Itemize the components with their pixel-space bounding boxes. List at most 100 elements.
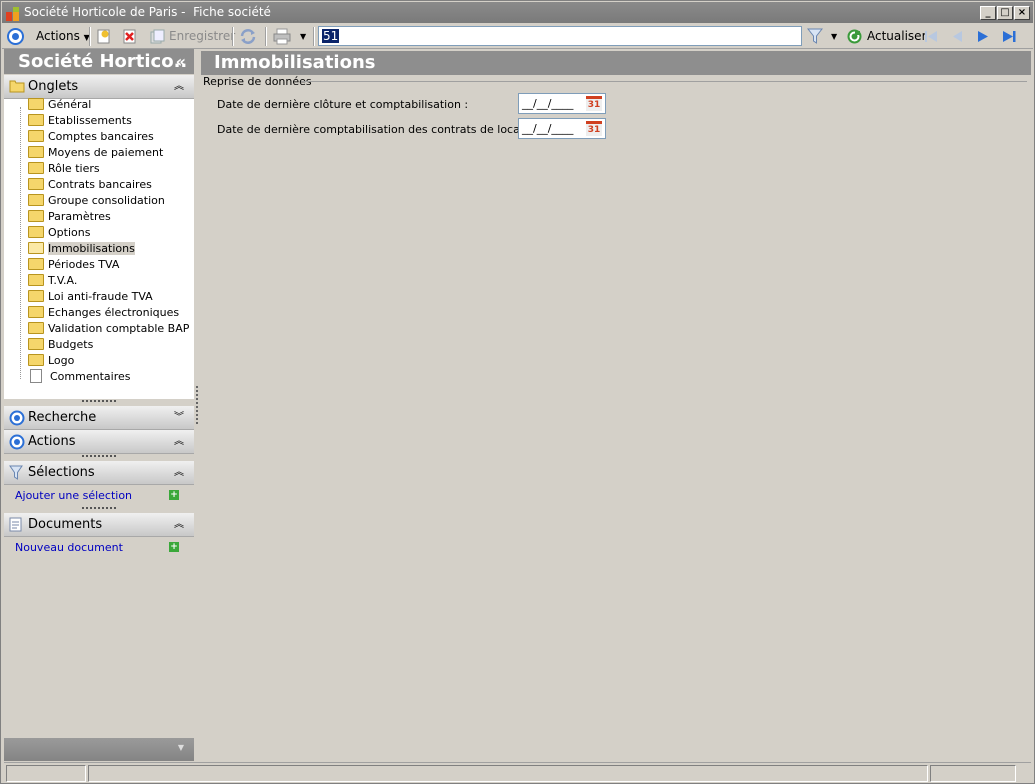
- filter-icon[interactable]: [807, 28, 823, 45]
- folder-icon: [28, 210, 44, 222]
- collapse-section-icon[interactable]: ︽: [174, 75, 184, 99]
- last-lease-accounting-date-value: __/__/____: [522, 122, 574, 135]
- tree-item-contrats-bancaires[interactable]: Contrats bancaires: [28, 177, 152, 193]
- tree-item-budgets[interactable]: Budgets: [28, 337, 93, 353]
- tree-item-commentaires[interactable]: Commentaires: [28, 369, 130, 385]
- last-closing-date-value: __/__/____: [522, 97, 574, 110]
- tabs-section-header[interactable]: Onglets ︽: [4, 75, 194, 99]
- toolbar: Actions ▼ Enregistrer ▼ 51 ▼ Actualiser: [2, 24, 1033, 49]
- search-input[interactable]: 51: [318, 26, 802, 46]
- close-button[interactable]: ×: [1014, 6, 1030, 20]
- splitter-grip[interactable]: [82, 400, 116, 403]
- save-button: Enregistrer: [169, 29, 236, 43]
- print-dropdown-icon[interactable]: ▼: [300, 26, 306, 47]
- selections-section-title: Sélections: [28, 465, 95, 480]
- calendar-icon[interactable]: 31: [586, 96, 602, 111]
- calendar-icon[interactable]: 31: [586, 121, 602, 136]
- delete-icon[interactable]: [123, 29, 137, 44]
- actions-section-header[interactable]: Actions ︽: [4, 430, 194, 454]
- collapse-panel-icon[interactable]: «: [176, 49, 186, 74]
- folder-icon: [28, 130, 44, 142]
- splitter-grip[interactable]: [82, 455, 116, 458]
- folder-icon: [28, 274, 44, 286]
- group-title: Reprise de données: [203, 75, 312, 88]
- last-lease-accounting-date-field[interactable]: __/__/____ 31: [518, 118, 606, 139]
- status-segment: [930, 765, 1016, 782]
- tree-item-role-tiers[interactable]: Rôle tiers: [28, 161, 100, 177]
- tabs-tree: Général Etablissements Comptes bancaires…: [4, 97, 194, 399]
- tree-item-immobilisations[interactable]: Immobilisations: [28, 241, 135, 257]
- previous-record-icon: [953, 31, 962, 42]
- page-title: Immobilisations: [201, 51, 1031, 75]
- status-segment: [88, 765, 928, 782]
- tree-item-validation-comptable-bap[interactable]: Validation comptable BAP: [28, 321, 189, 337]
- toolbar-separator: [89, 27, 91, 46]
- vertical-splitter-grip[interactable]: [196, 386, 198, 424]
- selections-section-header[interactable]: Sélections ︽: [4, 461, 194, 485]
- next-record-icon[interactable]: [976, 29, 990, 44]
- tree-item-tva[interactable]: T.V.A.: [28, 273, 77, 289]
- add-selection-plus-icon[interactable]: +: [169, 490, 179, 500]
- tree-item-general[interactable]: Général: [28, 97, 91, 113]
- navigation-pane-footer[interactable]: ▼: [4, 738, 194, 761]
- search-circle-icon: [9, 410, 25, 426]
- last-closing-date-field[interactable]: __/__/____ 31: [518, 93, 606, 114]
- open-folder-icon: [28, 242, 44, 254]
- minimize-button[interactable]: _: [980, 6, 996, 20]
- folder-icon: [28, 226, 44, 238]
- actions-circle-icon[interactable]: [7, 28, 24, 45]
- status-bar: [4, 762, 1031, 782]
- tabs-section-title: Onglets: [28, 79, 79, 94]
- tree-item-groupe-consolidation[interactable]: Groupe consolidation: [28, 193, 165, 209]
- refresh-icon[interactable]: [846, 28, 863, 45]
- documents-section-header[interactable]: Documents ︽: [4, 513, 194, 537]
- last-closing-date-label: Date de dernière clôture et comptabilisa…: [217, 98, 469, 111]
- tree-item-comptes-bancaires[interactable]: Comptes bancaires: [28, 129, 154, 145]
- document-icon: [30, 369, 42, 383]
- tree-item-options[interactable]: Options: [28, 225, 90, 241]
- refresh-button[interactable]: Actualiser: [867, 26, 927, 47]
- folder-icon: [28, 306, 44, 318]
- collapse-section-icon[interactable]: ︽: [174, 461, 184, 485]
- new-document-icon[interactable]: [97, 29, 111, 44]
- folder-icon: [28, 338, 44, 350]
- group-divider: [301, 81, 1027, 82]
- folder-icon: [28, 322, 44, 334]
- app-icon: [6, 7, 19, 21]
- actions-section-title: Actions: [28, 434, 76, 449]
- actions-circle-icon: [9, 434, 25, 450]
- collapse-section-icon[interactable]: ︽: [174, 513, 184, 537]
- folder-icon: [9, 80, 25, 93]
- tree-item-logo[interactable]: Logo: [28, 353, 74, 369]
- folder-icon: [28, 178, 44, 190]
- tree-item-parametres[interactable]: Paramètres: [28, 209, 111, 225]
- new-document-plus-icon[interactable]: +: [169, 542, 179, 552]
- add-selection-link[interactable]: Ajouter une sélection: [15, 489, 132, 502]
- printer-icon: [273, 28, 291, 45]
- tree-item-loi-anti-fraude-tva[interactable]: Loi anti-fraude TVA: [28, 289, 153, 305]
- last-record-icon[interactable]: [1001, 29, 1018, 44]
- sync-icon: [240, 29, 256, 44]
- folder-icon: [28, 98, 44, 110]
- company-title-header: Société Hortico.. «: [4, 49, 194, 74]
- main-content: Immobilisations Reprise de données Date …: [201, 51, 1031, 761]
- tree-item-moyens-de-paiement[interactable]: Moyens de paiement: [28, 145, 163, 161]
- documents-section-title: Documents: [28, 517, 103, 532]
- tree-item-echanges-electroniques[interactable]: Echanges électroniques: [28, 305, 179, 321]
- chevron-down-icon[interactable]: ▼: [178, 743, 184, 752]
- filter-icon: [9, 465, 23, 480]
- expand-section-icon[interactable]: ︾: [174, 406, 184, 430]
- tree-item-periodes-tva[interactable]: Périodes TVA: [28, 257, 119, 273]
- folder-icon: [28, 194, 44, 206]
- folder-icon: [28, 290, 44, 302]
- resize-grip[interactable]: [1018, 765, 1030, 782]
- actions-menu-button[interactable]: Actions ▼: [36, 26, 90, 47]
- new-document-link[interactable]: Nouveau document: [15, 541, 123, 554]
- search-section-header[interactable]: Recherche ︾: [4, 406, 194, 430]
- last-lease-accounting-date-label: Date de dernière comptabilisation des co…: [217, 123, 549, 136]
- collapse-section-icon[interactable]: ︽: [174, 430, 184, 454]
- splitter-grip[interactable]: [82, 507, 116, 510]
- filter-dropdown-icon[interactable]: ▼: [831, 26, 837, 47]
- tree-item-etablissements[interactable]: Etablissements: [28, 113, 132, 129]
- maximize-button[interactable]: □: [997, 6, 1013, 20]
